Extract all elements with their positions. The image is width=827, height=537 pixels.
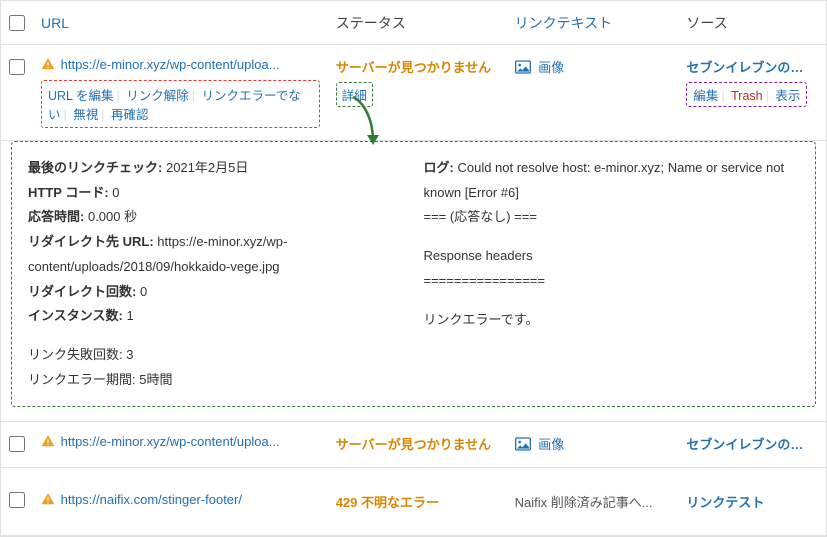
source-link[interactable]: セブンイレブンのカ... — [686, 434, 806, 453]
header-linktext[interactable]: リンクテキスト — [515, 15, 613, 31]
dismiss-action[interactable]: 無視 — [73, 108, 98, 122]
warning-icon — [41, 434, 55, 451]
linktext-text: Naifix 削除済み記事へ... — [515, 495, 653, 510]
edit-action[interactable]: 編集 — [693, 89, 718, 103]
table-header-row: URL ステータス リンクテキスト ソース — [1, 1, 826, 45]
linktext-link[interactable]: 画像 — [538, 60, 564, 75]
header-status: ステータス — [328, 1, 507, 45]
trash-action[interactable]: Trash — [731, 89, 763, 103]
view-action[interactable]: 表示 — [775, 89, 800, 103]
detail-row: 最後のリンクチェック: 2021年2月5日 HTTP コード: 0 応答時間: … — [1, 141, 826, 422]
status-text: サーバーが見つかりません — [336, 437, 491, 452]
edit-url-action[interactable]: URL を編集 — [48, 89, 114, 103]
url-link[interactable]: https://naifix.com/stinger-footer/ — [61, 492, 242, 507]
select-all-checkbox[interactable] — [9, 15, 25, 31]
url-actions-box: URL を編集| リンク解除| リンクエラーでない| 無視| 再確認 — [41, 80, 320, 128]
row-checkbox[interactable] — [9, 492, 25, 508]
table-row: https://e-minor.xyz/wp-content/uploa... … — [1, 422, 826, 468]
url-link[interactable]: https://e-minor.xyz/wp-content/uploa... — [61, 57, 280, 72]
warning-icon — [41, 492, 55, 509]
detail-right: ログ: Could not resolve host: e-minor.xyz;… — [424, 156, 800, 392]
details-action[interactable]: 詳細 — [342, 89, 367, 103]
header-source: ソース — [678, 1, 826, 45]
detail-panel: 最後のリンクチェック: 2021年2月5日 HTTP コード: 0 応答時間: … — [11, 141, 816, 407]
source-link[interactable]: セブンイレブンのカ... — [686, 57, 806, 76]
table-row: https://e-minor.xyz/wp-content/uploa... … — [1, 45, 826, 141]
row-checkbox[interactable] — [9, 59, 25, 75]
details-box: 詳細 — [336, 82, 373, 107]
source-actions-box: 編集| Trash| 表示 — [686, 82, 807, 107]
recheck-action[interactable]: 再確認 — [111, 108, 149, 122]
source-link[interactable]: リンクテスト — [686, 492, 764, 511]
status-text: サーバーが見つかりません — [336, 60, 491, 75]
status-text: 429 不明なエラー — [336, 495, 439, 510]
image-icon — [515, 60, 531, 77]
row-checkbox[interactable] — [9, 436, 25, 452]
detail-left: 最後のリンクチェック: 2021年2月5日 HTTP コード: 0 応答時間: … — [28, 156, 404, 392]
table-row: https://naifix.com/stinger-footer/ 429 不… — [1, 468, 826, 536]
url-link[interactable]: https://e-minor.xyz/wp-content/uploa... — [61, 434, 280, 449]
linktext-link[interactable]: 画像 — [538, 437, 564, 452]
image-icon — [515, 437, 531, 454]
warning-icon — [41, 57, 55, 74]
header-url[interactable]: URL — [41, 15, 69, 31]
unlink-action[interactable]: リンク解除 — [126, 89, 189, 103]
